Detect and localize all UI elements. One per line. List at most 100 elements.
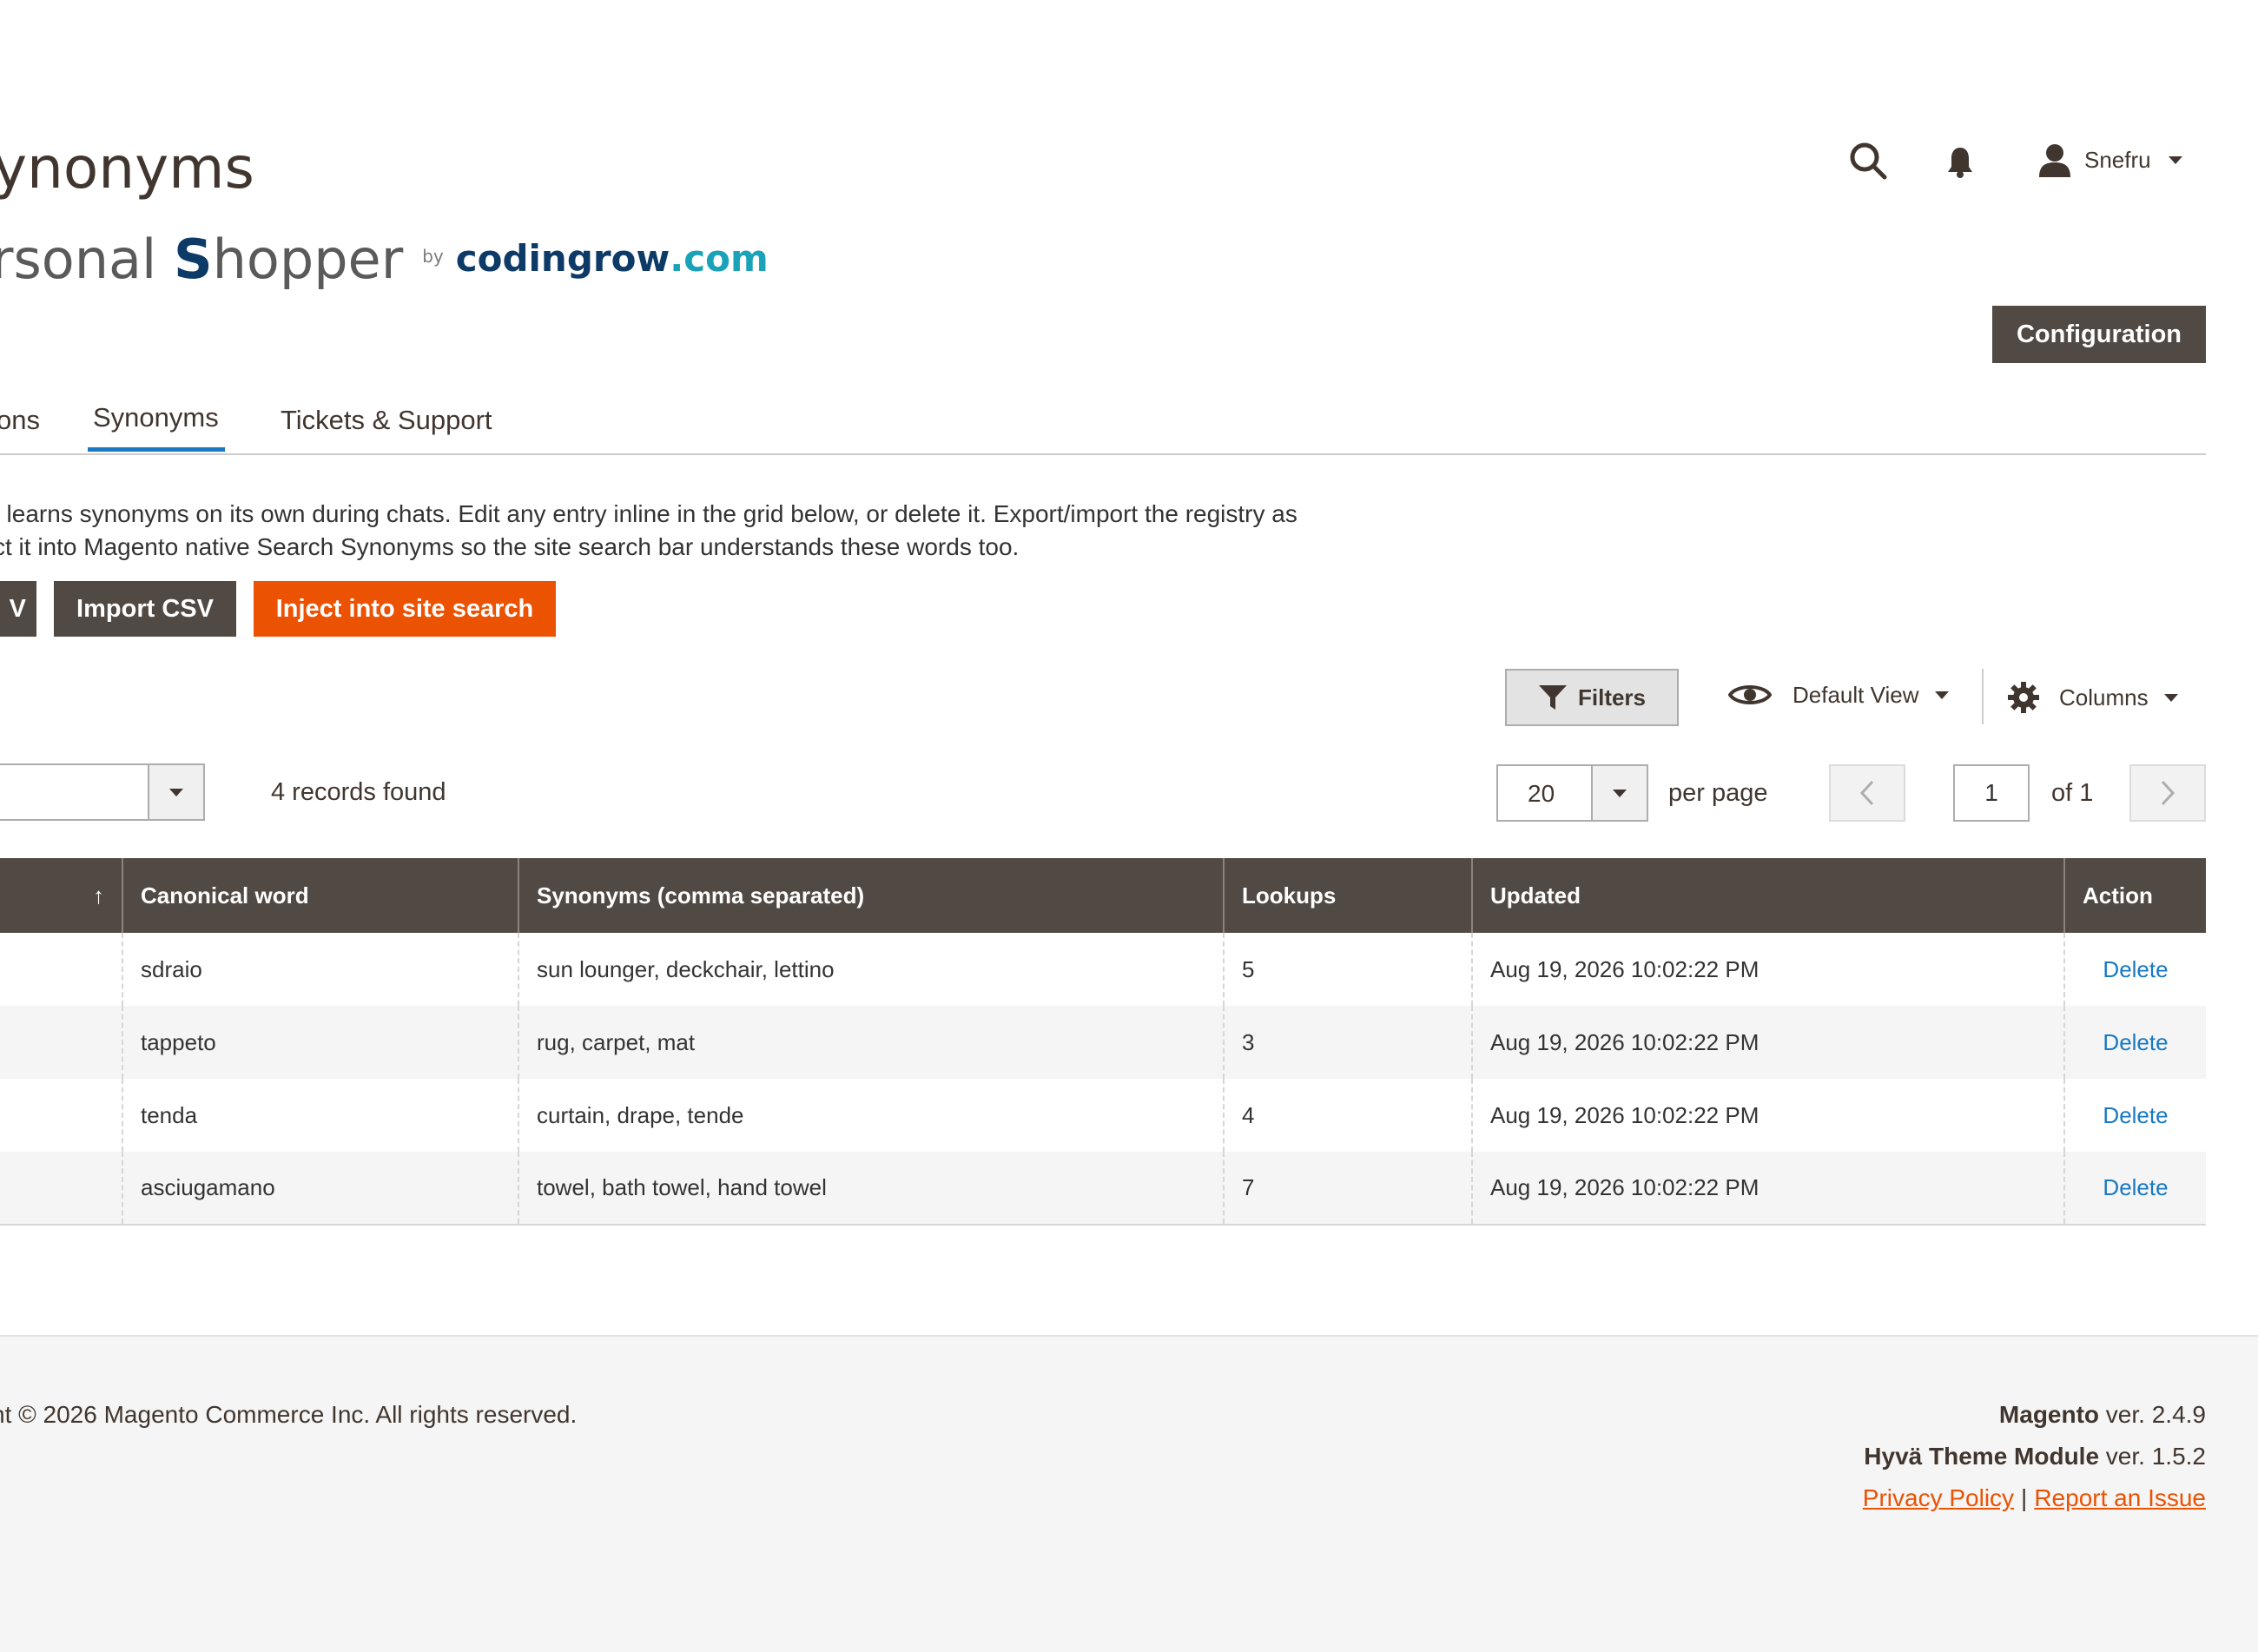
per-page-dropdown-toggle[interactable] (1591, 766, 1647, 820)
cell-synonyms[interactable]: towel, bath towel, hand towel (518, 1152, 1224, 1226)
description-line-2: ct it into Magento native Search Synonym… (0, 533, 1020, 560)
cell-canonical-word[interactable]: sdraio (122, 933, 518, 1006)
delete-link[interactable]: Delete (2083, 1174, 2189, 1201)
logo-by: by (422, 246, 444, 267)
eye-icon (1728, 685, 1772, 704)
next-page-button[interactable] (2129, 764, 2206, 822)
filters-button[interactable]: Filters (1505, 669, 1679, 726)
chevron-down-icon (2163, 693, 2178, 702)
columns-control[interactable]: Columns (2007, 681, 2178, 714)
cell-canonical-word[interactable]: asciugamano (122, 1152, 518, 1226)
per-page-value: 20 (1528, 780, 1555, 807)
bell-icon[interactable] (1946, 146, 1974, 179)
brand-logo: rsonal Shopper by codingrow.com (0, 228, 769, 291)
cell-id (0, 933, 122, 1006)
cell-canonical-word[interactable]: tenda (122, 1079, 518, 1152)
chevron-down-icon (169, 788, 183, 796)
view-label: Default View (1793, 681, 1919, 708)
column-header-action: Action (2063, 858, 2206, 933)
column-header-lookups[interactable]: Lookups (1223, 858, 1472, 933)
filters-label: Filters (1577, 684, 1647, 710)
delete-link[interactable]: Delete (2083, 956, 2189, 983)
cell-action: Delete (2063, 1006, 2206, 1079)
chevron-down-icon (2168, 155, 2182, 164)
chevron-right-icon (2161, 780, 2175, 806)
column-header-id[interactable]: ↑ (0, 858, 122, 933)
import-csv-button[interactable]: Import CSV (54, 581, 236, 637)
delete-link[interactable]: Delete (2083, 1029, 2189, 1056)
page-title: ynonyms (0, 135, 254, 202)
magento-version-number: ver. 2.4.9 (2099, 1401, 2206, 1428)
delete-link[interactable]: Delete (2083, 1102, 2189, 1129)
mass-actions-select[interactable] (0, 763, 205, 821)
cell-canonical-word[interactable]: tappeto (122, 1006, 518, 1079)
privacy-policy-link[interactable]: Privacy Policy (1863, 1484, 2014, 1511)
column-header-synonyms[interactable]: Synonyms (comma separated) (518, 858, 1224, 933)
cell-synonyms[interactable]: rug, carpet, mat (518, 1006, 1224, 1079)
cell-action: Delete (2063, 933, 2206, 1006)
mass-actions-dropdown-toggle[interactable] (148, 765, 203, 819)
hyva-name: Hyvä Theme Module (1864, 1443, 2100, 1470)
logo-brand-part1: codingrow (455, 237, 670, 280)
cell-lookups: 5 (1223, 933, 1472, 1006)
view-switcher[interactable]: Default View (1728, 681, 1949, 709)
cell-synonyms[interactable]: curtain, drape, tende (518, 1079, 1224, 1152)
tab-synonyms[interactable]: Synonyms (93, 402, 219, 433)
table-row: tappeto rug, carpet, mat 3 Aug 19, 2026 … (0, 1006, 2206, 1079)
search-icon[interactable] (1848, 141, 1888, 181)
logo-text-end: hopper (212, 228, 404, 291)
cell-id (0, 1152, 122, 1226)
footer-link-separator: | (2021, 1484, 2028, 1511)
table-row: tenda curtain, drape, tende 4 Aug 19, 20… (0, 1079, 2206, 1152)
description-line-1: t learns synonyms on its own during chat… (0, 500, 1297, 527)
filter-icon (1538, 685, 1567, 710)
cell-id (0, 1006, 122, 1079)
grid-header-row: ↑ Canonical word Synonyms (comma separat… (0, 858, 2206, 933)
magento-version: Magento ver. 2.4.9 (1999, 1401, 2206, 1429)
cell-updated: Aug 19, 2026 10:02:22 PM (1471, 933, 2064, 1006)
cell-action: Delete (2063, 1152, 2206, 1226)
user-icon (2039, 144, 2070, 177)
cell-lookups: 3 (1223, 1006, 1472, 1079)
cell-lookups: 4 (1223, 1079, 1472, 1152)
records-found: 4 records found (271, 778, 446, 806)
table-row: asciugamano towel, bath towel, hand towe… (0, 1152, 2206, 1226)
tab-tickets-support[interactable]: Tickets & Support (281, 405, 492, 436)
gear-icon (2008, 682, 2039, 713)
cell-updated: Aug 19, 2026 10:02:22 PM (1471, 1152, 2064, 1226)
tabs-divider (0, 453, 2206, 455)
footer-links: Privacy Policy | Report an Issue (1863, 1484, 2206, 1512)
page-number-input[interactable] (1953, 764, 2030, 822)
cell-synonyms[interactable]: sun lounger, deckchair, lettino (518, 933, 1224, 1006)
sort-ascending-icon: ↑ (93, 882, 104, 909)
table-row: sdraio sun lounger, deckchair, lettino 5… (0, 933, 2206, 1006)
report-issue-link[interactable]: Report an Issue (2034, 1484, 2206, 1511)
logo-text-start: rsonal (0, 228, 174, 291)
cell-updated: Aug 19, 2026 10:02:22 PM (1471, 1006, 2064, 1079)
prev-page-button[interactable] (1829, 764, 1905, 822)
chevron-down-icon (1613, 789, 1627, 797)
per-page-select[interactable]: 20 (1496, 764, 1648, 822)
chevron-down-icon (1934, 691, 1949, 699)
active-tab-indicator (88, 447, 225, 452)
configuration-button[interactable]: Configuration (1992, 306, 2206, 363)
synonyms-grid: ↑ Canonical word Synonyms (comma separat… (0, 858, 2206, 1226)
chevron-left-icon (1859, 780, 1874, 806)
column-header-canonical-word[interactable]: Canonical word (122, 858, 518, 933)
cell-action: Delete (2063, 1079, 2206, 1152)
column-header-updated[interactable]: Updated (1471, 858, 2064, 933)
hyva-version-number: ver. 1.5.2 (2099, 1443, 2206, 1470)
logo-text-s: S (173, 228, 213, 291)
columns-label: Columns (2059, 684, 2149, 710)
tab-integrations[interactable]: ons (0, 405, 40, 436)
user-menu[interactable]: Snefru (2037, 142, 2182, 177)
magento-name: Magento (1998, 1401, 2100, 1428)
cell-lookups: 7 (1223, 1152, 1472, 1226)
user-name: Snefru (2084, 146, 2151, 173)
cell-updated: Aug 19, 2026 10:02:22 PM (1471, 1079, 2064, 1152)
inject-site-search-button[interactable]: Inject into site search (254, 581, 556, 637)
logo-brand-part2: .com (670, 237, 769, 280)
export-csv-button[interactable]: V (0, 581, 36, 637)
page-count: of 1 (2051, 779, 2094, 807)
copyright-text: ht © 2026 Magento Commerce Inc. All righ… (0, 1401, 578, 1428)
